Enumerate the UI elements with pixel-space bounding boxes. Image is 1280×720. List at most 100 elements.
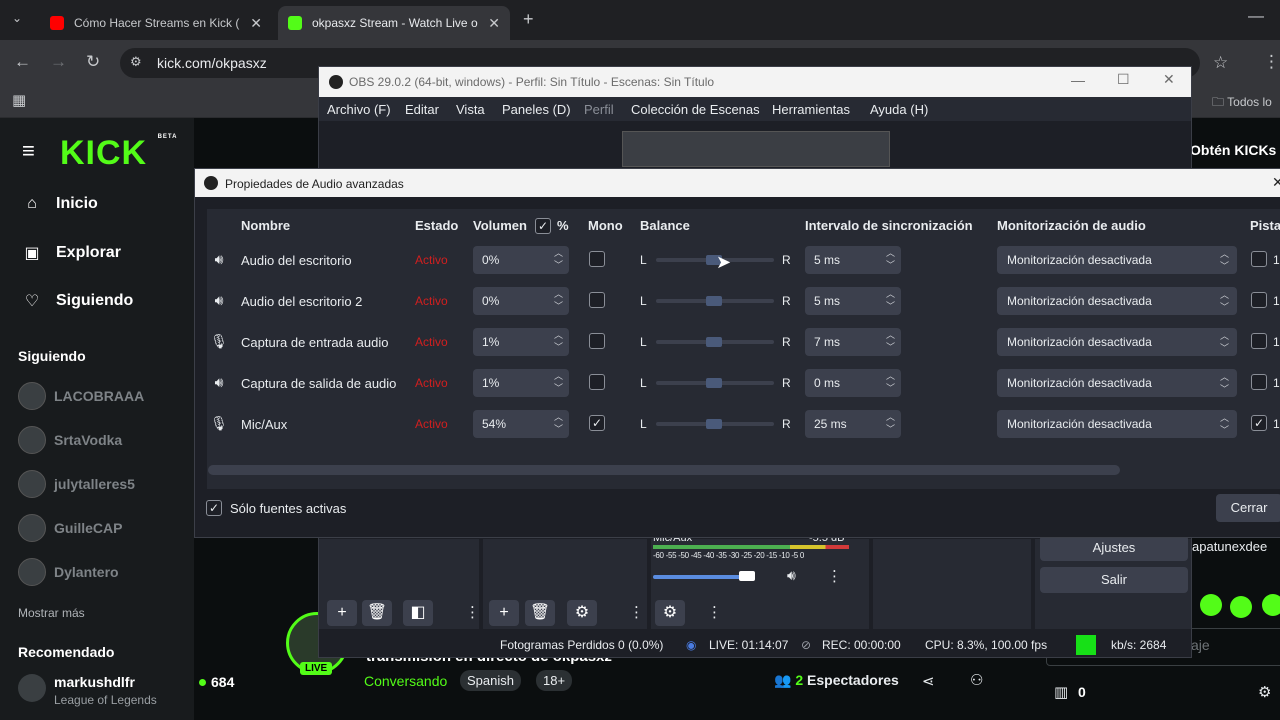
kicks-store-icon[interactable]: ▥ [1054, 683, 1068, 701]
browser-tab-youtube[interactable]: Cómo Hacer Streams en Kick (C ✕ [40, 6, 272, 40]
scenes-menu-icon[interactable]: ⋮ [465, 603, 480, 621]
sidebar-item-siguiendo[interactable]: ♡ Siguiendo [22, 291, 134, 311]
obs-minimize-icon[interactable]: — [1071, 72, 1085, 88]
track1-checkbox[interactable] [1251, 251, 1267, 267]
volume-spinbox[interactable]: 1% ︿ ﹀ [473, 328, 569, 356]
browser-tab-kick[interactable]: okpasxz Stream - Watch Live on ✕ [278, 6, 510, 40]
balance-slider-knob[interactable] [706, 419, 722, 429]
chat-settings-icon[interactable]: ⚙ [1258, 683, 1271, 701]
monitoring-select[interactable]: Monitorización desactivada ︿ ﹀ [997, 328, 1237, 356]
add-scene-icon[interactable]: + [327, 600, 357, 626]
volume-spinbox[interactable]: 1% ︿ ﹀ [473, 369, 569, 397]
apps-grid-icon[interactable]: ▦ [12, 91, 26, 109]
menu-editar[interactable]: Editar [405, 102, 439, 117]
menu-coleccion-escenas[interactable]: Colección de Escenas [631, 102, 760, 117]
spin-arrows-icon[interactable]: ︿ ﹀ [554, 411, 563, 435]
sidebar-item-explorar[interactable]: ▣ Explorar [22, 243, 120, 263]
add-source-icon[interactable]: + [489, 600, 519, 626]
track1-checkbox[interactable]: ✓ [1251, 415, 1267, 431]
forward-icon[interactable]: → [50, 52, 67, 72]
bookmark-folder[interactable]: 🗀 Todos lo [1212, 93, 1272, 114]
balance-slider[interactable] [656, 378, 774, 388]
follow-user-icon[interactable]: ⚇ [970, 671, 983, 689]
share-icon[interactable]: ⋖ [922, 672, 935, 690]
category-link[interactable]: Conversando [364, 673, 447, 689]
followed-channel[interactable]: GuilleCAP [18, 514, 122, 542]
spin-arrows-icon[interactable]: ︿ ﹀ [554, 247, 563, 271]
spin-arrows-icon[interactable]: ︿ ﹀ [886, 288, 895, 312]
mono-checkbox[interactable] [589, 374, 605, 390]
mixer-settings-icon[interactable]: ⚙ [655, 600, 685, 626]
scene-filters-icon[interactable]: ◧ [403, 600, 433, 626]
horizontal-scrollbar[interactable] [208, 465, 1120, 475]
followed-channel[interactable]: Dylantero [18, 558, 119, 586]
monitoring-select[interactable]: Monitorización desactivada ︿ ﹀ [997, 410, 1237, 438]
reload-icon[interactable]: ↻ [86, 52, 100, 72]
sync-offset-spinbox[interactable]: 7 ms ︿ ﹀ [805, 328, 901, 356]
balance-slider[interactable] [656, 337, 774, 347]
menu-vista[interactable]: Vista [456, 102, 485, 117]
mono-checkbox[interactable] [589, 333, 605, 349]
mixer-mute-speaker-icon[interactable]: 🔊︎ [787, 567, 796, 584]
mixer-menu-icon[interactable]: ⋮ [827, 567, 842, 585]
balance-slider-knob[interactable] [706, 296, 722, 306]
minimize-browser-icon[interactable]: — [1248, 8, 1264, 26]
mono-checkbox[interactable] [589, 251, 605, 267]
sync-offset-spinbox[interactable]: 5 ms ︿ ﹀ [805, 246, 901, 274]
track1-checkbox[interactable] [1251, 333, 1267, 349]
sidebar-item-inicio[interactable]: ⌂ Inicio [22, 195, 98, 213]
spin-arrows-icon[interactable]: ︿ ﹀ [886, 247, 895, 271]
settings-button[interactable]: Ajustes [1040, 535, 1188, 561]
spin-arrows-icon[interactable]: ︿ ﹀ [554, 329, 563, 353]
menu-archivo[interactable]: Archivo (F) [327, 102, 391, 117]
url-text[interactable]: kick.com/okpasxz [157, 55, 267, 71]
source-properties-icon[interactable]: ⚙ [567, 600, 597, 626]
obs-maximize-icon[interactable]: ☐ [1117, 71, 1130, 88]
tag-18plus[interactable]: 18+ [536, 670, 573, 691]
track1-checkbox[interactable] [1251, 292, 1267, 308]
site-info-icon[interactable]: ⚙ [130, 54, 142, 70]
only-active-checkbox[interactable]: ✓ [206, 500, 222, 516]
spin-arrows-icon[interactable]: ︿ ﹀ [886, 411, 895, 435]
tab-search-icon[interactable]: ⌄ [12, 11, 22, 25]
spin-arrows-icon[interactable]: ︿ ﹀ [554, 370, 563, 394]
monitoring-select[interactable]: Monitorización desactivada ︿ ﹀ [997, 369, 1237, 397]
show-more-link[interactable]: Mostrar más [18, 606, 85, 620]
mixer-dock-menu-icon[interactable]: ⋮ [707, 603, 722, 621]
balance-slider[interactable] [656, 255, 774, 265]
get-kicks-button[interactable]: Obtén KICKs [1190, 142, 1276, 158]
browser-menu-icon[interactable]: ⋮ [1263, 52, 1280, 72]
volume-spinbox[interactable]: 0% ︿ ﹀ [473, 287, 569, 315]
back-icon[interactable]: ← [14, 52, 31, 72]
sources-menu-icon[interactable]: ⋮ [629, 603, 644, 621]
remove-scene-icon[interactable]: 🗑︎ [362, 600, 392, 626]
menu-perfil[interactable]: Perfil [584, 102, 614, 117]
menu-paneles[interactable]: Paneles (D) [502, 102, 571, 117]
volume-spinbox[interactable]: 54% ︿ ﹀ [473, 410, 569, 438]
spin-arrows-icon[interactable]: ︿ ﹀ [886, 370, 895, 394]
recommended-channel[interactable]: markushdlfr League of Legends 684 [18, 672, 248, 712]
sync-offset-spinbox[interactable]: 5 ms ︿ ﹀ [805, 287, 901, 315]
kick-logo[interactable]: KICK BETA [60, 134, 177, 173]
close-tab-icon[interactable]: ✕ [250, 15, 262, 32]
sync-offset-spinbox[interactable]: 0 ms ︿ ﹀ [805, 369, 901, 397]
tag-spanish[interactable]: Spanish [460, 670, 521, 691]
followed-channel[interactable]: julytalleres5 [18, 470, 135, 498]
obs-close-icon[interactable]: ✕ [1163, 71, 1175, 88]
volume-percent-checkbox[interactable]: ✓ [535, 218, 551, 234]
monitoring-select[interactable]: Monitorización desactivada ︿ ﹀ [997, 287, 1237, 315]
monitoring-select[interactable]: Monitorización desactivada ︿ ﹀ [997, 246, 1237, 274]
volume-spinbox[interactable]: 0% ︿ ﹀ [473, 246, 569, 274]
mixer-volume-slider[interactable] [653, 575, 753, 579]
remove-source-icon[interactable]: 🗑︎ [525, 600, 555, 626]
mixer-volume-knob[interactable] [739, 571, 755, 581]
balance-slider-knob[interactable] [706, 378, 722, 388]
mono-checkbox[interactable]: ✓ [589, 415, 605, 431]
obs-preview[interactable] [622, 131, 890, 167]
track1-checkbox[interactable] [1251, 374, 1267, 390]
dialog-close-icon[interactable]: ✕ [1272, 174, 1280, 191]
close-dialog-button[interactable]: Cerrar [1216, 494, 1280, 522]
bookmark-star-icon[interactable]: ☆ [1213, 53, 1228, 73]
followed-channel[interactable]: SrtaVodka [18, 426, 122, 454]
balance-slider[interactable] [656, 296, 774, 306]
